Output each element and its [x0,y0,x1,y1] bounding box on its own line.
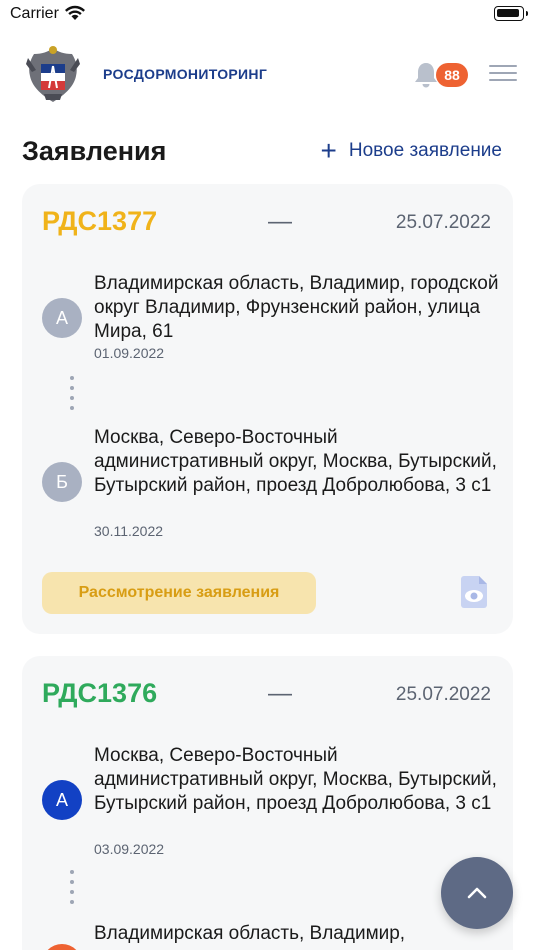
route-connector-dots [70,870,74,910]
point-marker-b [42,944,82,950]
status-badge: Рассмотрение заявления [42,572,316,614]
page-title: Заявления [22,136,167,166]
application-date: 25.07.2022 [395,684,491,705]
application-id: РДС1376 [42,678,158,708]
route-point-a: А Москва, Северо-Восточный административ… [42,744,502,859]
application-card[interactable]: РДС1376 — 25.07.2022 А Москва, Северо-Во… [22,656,513,950]
point-address: Владимирская область, Владимир, [94,923,406,944]
route-point-b: Владимирская область, Владимир, [42,922,502,950]
point-date: 30.11.2022 [94,523,164,539]
new-application-button[interactable]: + Новое заявление [320,135,503,166]
point-marker-a: А [42,298,82,338]
point-address: Москва, Северо-Восточный административны… [94,745,497,814]
route-connector-dots [70,376,74,416]
route-point-a: А Владимирская область, Владимир, городс… [42,272,502,362]
notifications-badge[interactable]: 88 [436,63,468,87]
point-address: Владимирская область, Владимир, городско… [94,273,499,342]
application-date: 25.07.2022 [395,212,491,233]
application-card[interactable]: РДС1377 — 25.07.2022 А Владимирская обла… [22,184,513,634]
battery-icon [494,6,528,21]
application-id: РДС1377 [42,206,158,236]
chevron-up-icon [467,887,487,899]
new-application-label: Новое заявление [348,140,502,161]
document-view-icon[interactable] [461,576,487,608]
separator-dash: — [268,208,292,235]
point-address: Москва, Северо-Восточный административны… [94,427,497,496]
title-row: Заявления + Новое заявление [22,130,512,178]
status-bar: Carrier [0,0,534,30]
separator-dash: — [268,680,292,707]
hamburger-menu-icon[interactable] [489,65,517,83]
route-point-b: Б Москва, Северо-Восточный административ… [42,426,502,541]
plus-icon: + [320,135,337,166]
app-header: РОСДОРМОНИТОРИНГ 88 [0,30,534,120]
wifi-icon [65,5,85,20]
point-date: 01.09.2022 [94,345,165,361]
point-marker-b: Б [42,462,82,502]
emblem-logo-icon [26,46,80,102]
brand-name: РОСДОРМОНИТОРИНГ [103,66,268,82]
scroll-to-top-button[interactable] [441,857,513,929]
carrier-label: Carrier [10,5,59,22]
point-date: 03.09.2022 [94,841,165,857]
point-marker-a: А [42,780,82,820]
